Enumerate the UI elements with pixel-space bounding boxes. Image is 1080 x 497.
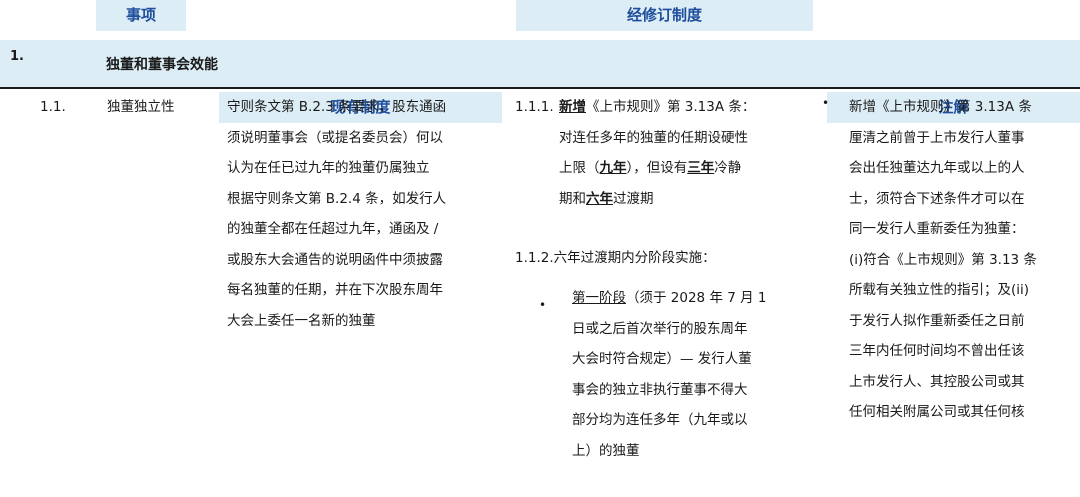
current-line: 须说明董事会（或提名委员会）何以 <box>227 129 443 146</box>
revised-line-text: 过渡期 <box>613 190 654 207</box>
section-title: 独董和董事会效能 <box>106 57 218 73</box>
current-line: 认为在任已过九年的独董仍属独立 <box>227 160 430 176</box>
revised-bullet-line: 上）的独董 <box>572 442 640 459</box>
notes-line: 同一发行人重新委任为独董： <box>849 221 1025 237</box>
section-divider <box>0 87 1080 89</box>
document-page: 事项 现有制度 经修订制度 注解 1. 独董和董事会效能 1.1. 独董独立性 … <box>0 0 1080 497</box>
notes-line: (i)符合《上市规则》第 3.13 条 <box>849 251 1037 268</box>
revised-bullet-line: 部分均为连任多年（九年或以 <box>572 412 748 428</box>
notes-line: 三年内任何时间均不曾出任该 <box>849 343 1025 359</box>
header-item: 事项 <box>96 0 186 31</box>
row-number: 1.1. <box>40 99 66 115</box>
revised-three-years-emphasis: 三年 <box>687 160 715 176</box>
current-line: 根据守则条文第 B.2.4 条，如发行人 <box>227 190 447 207</box>
revised-bullet-line: 大会时符合规定）— 发行人董 <box>572 351 752 367</box>
notes-line: 所载有关独立性的指引；及(ii) <box>849 282 1030 298</box>
current-line: 守则条文第 B.2.3 条要求，股东通函 <box>227 99 447 115</box>
revised-line-text: 对连任多年的独董的任期设硬性 <box>559 129 748 146</box>
phase-one-label: 第一阶段 <box>572 290 626 306</box>
revised-nine-years-emphasis: 九年 <box>599 160 627 176</box>
revised-six-years-emphasis: 六年 <box>586 190 613 207</box>
revised-new-emphasis: 新增 <box>559 99 586 115</box>
revised-line-text: 《上市规则》第 3.13A 条： <box>586 99 756 115</box>
notes-line: 任何相关附属公司或其任何核 <box>849 404 1025 420</box>
notes-line: 厘清之前曾于上市发行人董事 <box>849 129 1025 146</box>
notes-line: 于发行人拟作重新委任之日前 <box>849 312 1025 329</box>
current-line: 大会上委任一名新的独董 <box>227 312 376 329</box>
table-header-row: 事项 现有制度 经修订制度 注解 <box>0 0 1080 123</box>
current-system-text: 守则条文第 B.2.3 条要求，股东通函 须说明董事会（或提名委员会）何以 认为… <box>227 92 446 336</box>
revised-bullet-line: 事会的独立非执行董事不得大 <box>572 381 748 398</box>
row-item: 独董独立性 <box>107 99 175 115</box>
revised-para-1: 新增《上市规则》第 3.13A 条： 对连任多年的独董的任期设硬性 上限（九年）… <box>559 92 755 214</box>
revised-line-text: ），但设有 <box>626 160 688 176</box>
revised-bullet-text: 第一阶段（须于 2028 年 7 月 1 日或之后首次举行的股东周年 大会时符合… <box>572 283 767 466</box>
revised-para-2: 1.1.2.六年过渡期内分阶段实施： <box>515 250 716 266</box>
revised-bullet-line: 日或之后首次举行的股东周年 <box>572 320 748 337</box>
bullet-icon: • <box>822 96 830 110</box>
notes-text: 新增《上市规则》第 3.13A 条 厘清之前曾于上市发行人董事 会出任独董达九年… <box>849 92 1037 428</box>
current-line: 或股东大会通告的说明函件中须披露 <box>227 251 443 268</box>
current-line: 的独董全都在任超过九年，通函及 / <box>227 221 439 237</box>
notes-line: 上市发行人、其控股公司或其 <box>849 373 1025 390</box>
header-revised-system: 经修订制度 <box>516 0 813 31</box>
revised-line-text: 上限（ <box>559 160 600 176</box>
section-number: 1. <box>10 49 24 64</box>
notes-line: 士，须符合下述条件才可以在 <box>849 190 1025 207</box>
revised-para-number: 1.1.1. <box>515 99 554 115</box>
revised-line-text: 冷静 <box>714 160 742 176</box>
current-line: 每名独董的任期，并在下次股东周年 <box>227 282 443 298</box>
revised-line-text: 期和 <box>559 190 586 207</box>
revised-bullet-line: （须于 2028 年 7 月 1 <box>626 290 767 306</box>
notes-line: 新增《上市规则》第 3.13A 条 <box>849 99 1032 115</box>
section-row: 1. 独董和董事会效能 <box>0 40 1080 87</box>
bullet-icon: • <box>539 298 547 312</box>
notes-line: 会出任独董达九年或以上的人 <box>849 160 1025 176</box>
